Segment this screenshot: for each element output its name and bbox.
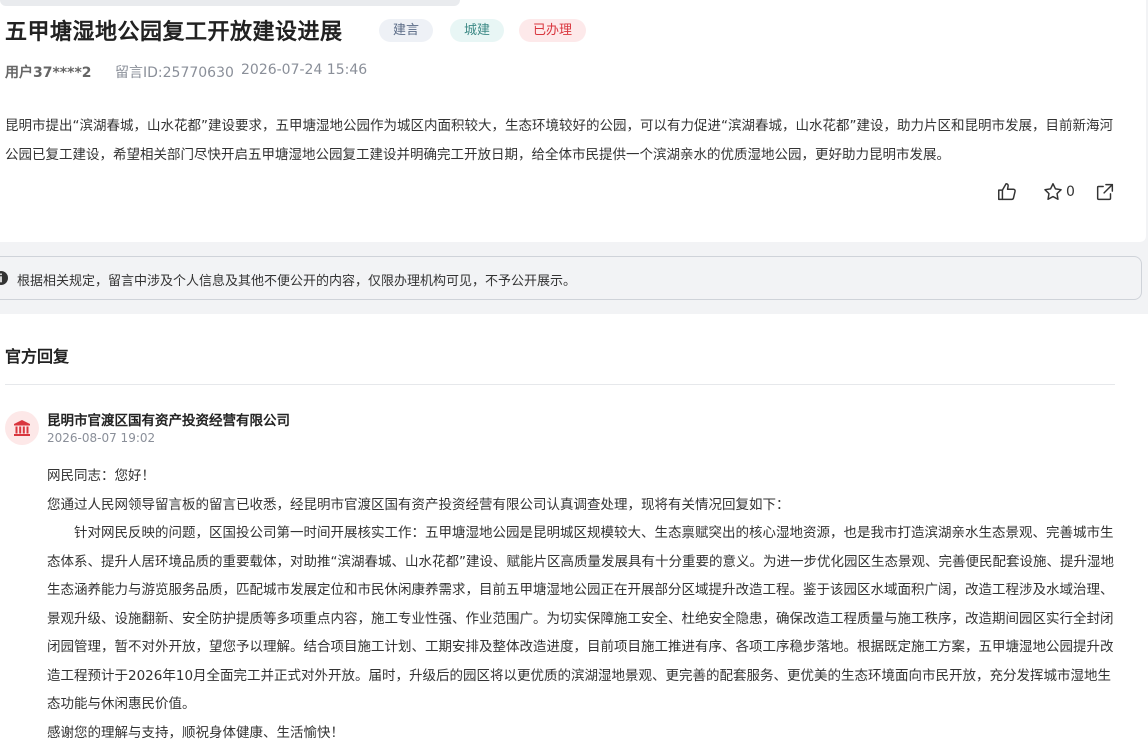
reply-time: 2026-08-07 19:02 <box>47 431 156 445</box>
message-id: 留言ID:25770630 <box>115 65 234 81</box>
thumbs-up-icon <box>998 183 1016 201</box>
reply-intro: 您通过人民网领导留言板的留言已收悉，经昆明市官渡区国有资产投资经营有限公司认真调… <box>47 496 790 513</box>
tag-urban[interactable]: 城建 <box>450 19 505 42</box>
favorite-button[interactable] <box>1042 181 1064 203</box>
privacy-notice: 根据相关规定，留言中涉及个人信息及其他不便公开的内容，仅限办理机构可见，不予公开… <box>0 256 1142 300</box>
divider <box>5 384 1115 385</box>
info-icon <box>0 271 8 285</box>
notice-text: 根据相关规定，留言中涉及个人信息及其他不便公开的内容，仅限办理机构可见，不予公开… <box>17 274 577 289</box>
reply-heading: 官方回复 <box>5 347 70 366</box>
message-time: 2026-07-24 15:46 <box>241 62 368 78</box>
reply-main-text: 针对网民反映的问题，区国投公司第一时间开展核实工作：五甲塘湿地公园是昆明城区规模… <box>47 525 1114 712</box>
favorite-count: 0 <box>1066 184 1075 200</box>
government-building-icon <box>14 420 30 436</box>
org-name: 昆明市官渡区国有资产投资经营有限公司 <box>47 413 290 429</box>
share-button[interactable] <box>1094 181 1116 203</box>
share-icon <box>1096 183 1114 201</box>
star-icon <box>1044 183 1062 200</box>
page-title: 五甲塘湿地公园复工开放建设进展 <box>5 20 343 45</box>
like-button[interactable] <box>996 181 1018 203</box>
reply-closing: 感谢您的理解与支持，顺祝身体健康、生活愉快！ <box>47 724 344 741</box>
tag-suggest[interactable]: 建言 <box>379 19 434 42</box>
avatar <box>5 411 39 445</box>
reply-body: 网民同志：您好！ 您通过人民网领导留言板的留言已收悉，经昆明市官渡区国有资产投资… <box>47 462 1119 747</box>
reply-greeting: 网民同志：您好！ <box>47 468 155 484</box>
message-card: 五甲塘湿地公园复工开放建设进展 建言 城建 已办理 用户37****2 留言ID… <box>0 0 1146 242</box>
status-badge: 已办理 <box>519 19 587 42</box>
user-name: 用户37****2 <box>5 65 92 81</box>
top-strip <box>0 0 460 6</box>
official-reply-card: 官方回复 昆明市官渡区国有资产投资经营有限公司 2026-08-07 19:02… <box>0 314 1148 754</box>
message-content: 昆明市提出“滨湖春城，山水花都”建设要求，五甲塘湿地公园作为城区内面积较大，生态… <box>5 118 1113 163</box>
